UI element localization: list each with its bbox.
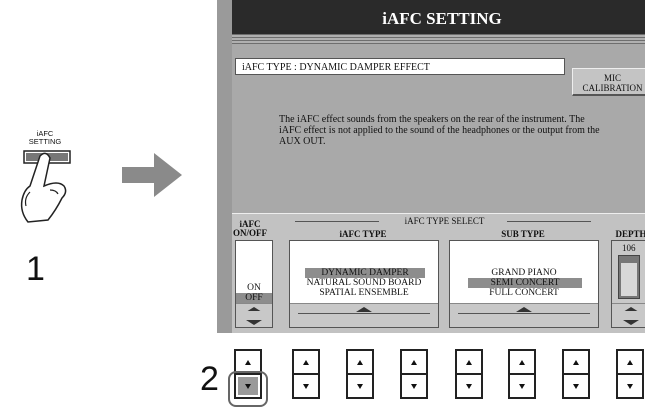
type-select-title: iAFC TYPE SELECT	[404, 216, 485, 226]
up-arrow-icon[interactable]	[466, 360, 472, 365]
down-arrow-icon[interactable]	[357, 384, 363, 389]
down-triangle-icon	[623, 320, 639, 325]
iafc-type-item[interactable]: DYNAMIC DAMPER	[305, 268, 425, 278]
iafc-type-header: iAFC TYPE	[339, 229, 387, 239]
hardware-button-7[interactable]	[562, 349, 590, 399]
onoff-scroll-down[interactable]	[236, 311, 272, 327]
step-1-label: 1	[26, 250, 45, 288]
onoff-list[interactable]: ON OFF	[235, 240, 273, 328]
onoff-header: iAFC ON/OFF	[229, 220, 271, 238]
hardware-button-6[interactable]	[508, 349, 536, 399]
button-divider	[457, 373, 481, 375]
button-divider	[510, 373, 534, 375]
step-2-label: 2	[200, 360, 219, 398]
down-arrow-icon[interactable]	[573, 384, 579, 389]
up-arrow-icon[interactable]	[573, 360, 579, 365]
pressing-hand-icon	[20, 150, 71, 223]
button-divider	[402, 373, 426, 375]
mic-calibration-line-2: CALIBRATION	[582, 83, 643, 93]
hardware-button-8[interactable]	[616, 349, 644, 399]
up-arrow-icon[interactable]	[411, 360, 417, 365]
sub-type-item[interactable]: SEMI CONCERT	[468, 278, 582, 288]
screen-title: iAFC SETTING	[232, 0, 645, 34]
sub-type-header: SUB TYPE	[501, 229, 545, 239]
button-divider	[618, 373, 642, 375]
hardware-button-3[interactable]	[346, 349, 374, 399]
sub-type-list[interactable]: GRAND PIANO SEMI CONCERT FULL CONCERT	[449, 240, 599, 328]
down-arrow-icon[interactable]	[411, 384, 417, 389]
up-arrow-icon[interactable]	[303, 360, 309, 365]
depth-control[interactable]: 106	[611, 240, 645, 328]
down-arrow-icon[interactable]	[466, 384, 472, 389]
hardware-button-2[interactable]	[292, 349, 320, 399]
up-arrow-icon[interactable]	[245, 360, 251, 365]
button-divider	[294, 373, 318, 375]
depth-down[interactable]	[612, 311, 645, 327]
button-divider	[564, 373, 588, 375]
iafc-type-display: iAFC TYPE : DYNAMIC DAMPER EFFECT	[235, 58, 565, 75]
mic-calibration-button[interactable]: MIC CALIBRATION	[572, 68, 645, 96]
scroll-track	[458, 313, 590, 314]
onoff-item-off[interactable]: OFF	[236, 293, 272, 303]
mic-calibration-line-1: MIC	[603, 73, 621, 83]
lcd-screen: iAFC SETTING iAFC TYPE : DYNAMIC DAMPER …	[217, 0, 645, 333]
right-arrow-icon	[122, 153, 182, 197]
scroll-track	[298, 313, 430, 314]
up-arrow-icon[interactable]	[519, 360, 525, 365]
depth-value: 106	[622, 243, 636, 253]
iafc-type-list[interactable]: DYNAMIC DAMPER NATURAL SOUND BOARD SPATI…	[289, 240, 439, 328]
press-highlight	[228, 371, 268, 407]
up-arrow-icon[interactable]	[357, 360, 363, 365]
up-triangle-icon	[356, 307, 372, 312]
down-arrow-icon[interactable]	[303, 384, 309, 389]
up-arrow-icon[interactable]	[627, 360, 633, 365]
description-text: The iAFC effect sounds from the speakers…	[279, 114, 600, 147]
iafc-type-item[interactable]: NATURAL SOUND BOARD	[290, 278, 438, 288]
button-divider	[348, 373, 372, 375]
depth-slider[interactable]	[618, 255, 640, 299]
down-triangle-icon	[246, 320, 262, 325]
hardware-button-5[interactable]	[455, 349, 483, 399]
onoff-header-line-2: ON/OFF	[233, 228, 267, 238]
sub-type-item[interactable]: FULL CONCERT	[450, 288, 598, 298]
up-triangle-icon	[516, 307, 532, 312]
iafc-type-item[interactable]: SPATIAL ENSEMBLE	[290, 288, 438, 298]
down-arrow-icon[interactable]	[519, 384, 525, 389]
sub-type-item[interactable]: GRAND PIANO	[450, 268, 598, 278]
iafc-type-scrollbar[interactable]	[290, 303, 438, 327]
hardware-button-4[interactable]	[400, 349, 428, 399]
sub-type-scrollbar[interactable]	[450, 303, 598, 327]
down-arrow-icon[interactable]	[627, 384, 633, 389]
depth-slider-fill	[621, 263, 637, 296]
depth-header: DEPTH	[615, 229, 645, 239]
onoff-item-on[interactable]: ON	[236, 283, 272, 293]
title-stripe	[232, 34, 645, 44]
